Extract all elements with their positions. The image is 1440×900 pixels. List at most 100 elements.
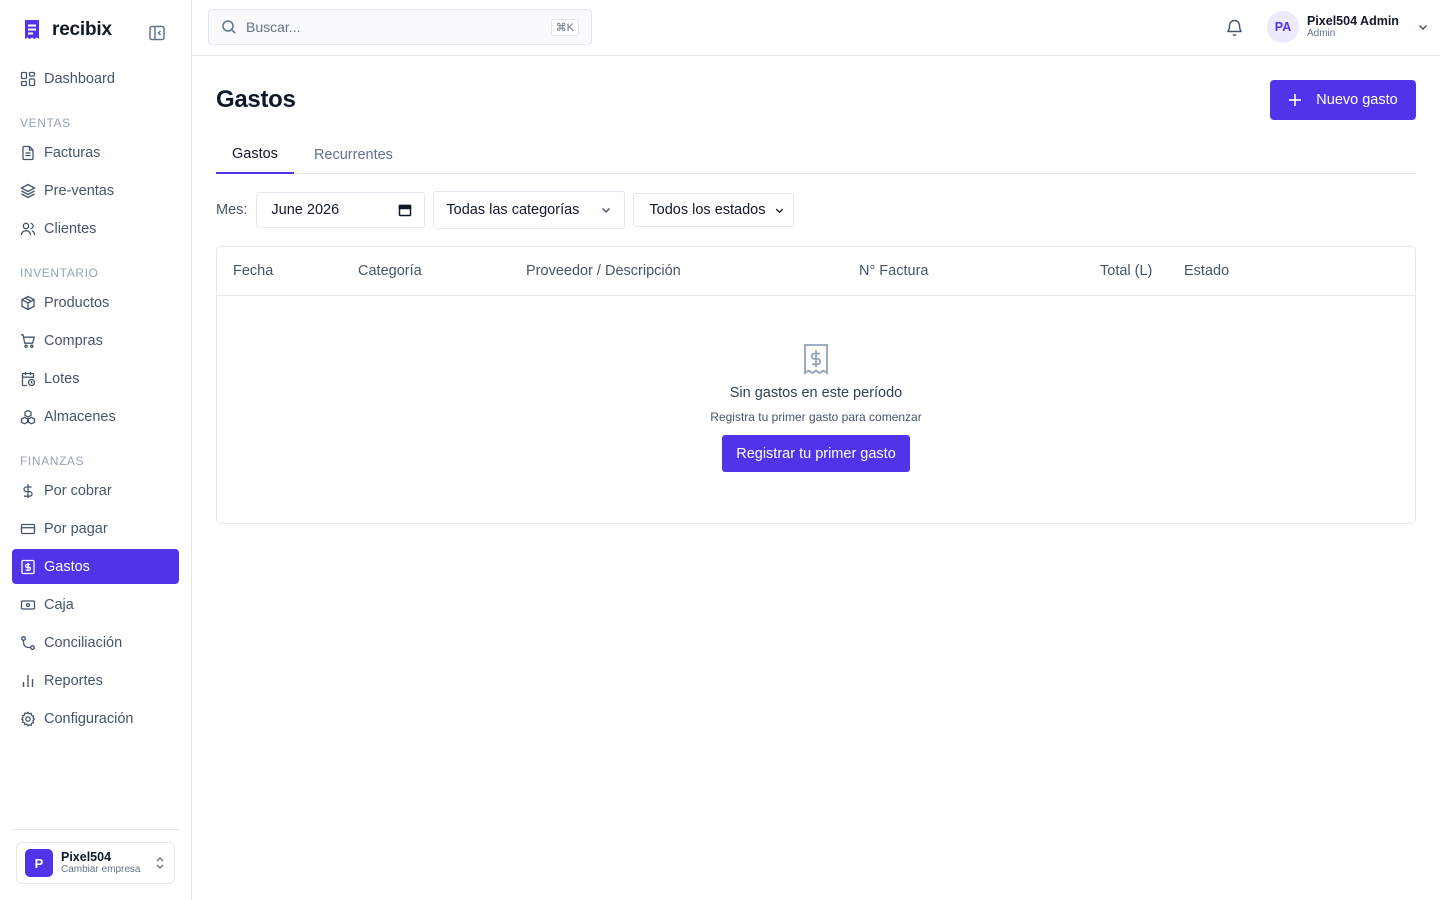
boxes-icon <box>20 409 36 425</box>
sidebar-item-label: Dashboard <box>44 70 115 87</box>
bar-chart-icon <box>22 674 34 687</box>
search-shortcut: ⌘K <box>550 19 579 36</box>
sidebar-item-facturas[interactable]: Facturas <box>12 135 179 170</box>
status-value: Todos los estados <box>649 202 766 218</box>
search-icon <box>222 20 236 34</box>
user-name: Pixel504 Admin <box>1307 14 1399 29</box>
sidebar-divider <box>12 829 179 830</box>
sidebar-item-configuracion[interactable]: Configuración <box>12 701 179 736</box>
bell-icon[interactable] <box>1225 18 1244 37</box>
filters-bar: Mes: June 2026 Todas las categorías Todo… <box>216 190 795 230</box>
company-avatar: P <box>25 849 53 877</box>
tab-gastos[interactable]: Gastos <box>216 136 294 174</box>
sidebar-item-label: Por pagar <box>44 520 108 537</box>
search-box[interactable]: ⌘K <box>208 9 592 45</box>
sidebar-collapse-icon[interactable] <box>148 24 166 42</box>
chevron-down-icon <box>1418 24 1427 31</box>
search-input[interactable] <box>246 19 546 35</box>
chevrons-up-down-icon <box>156 857 164 869</box>
sidebar-item-dashboard[interactable]: Dashboard <box>12 61 179 96</box>
status-select[interactable]: Todos los estados <box>633 193 795 227</box>
sidebar-item-label: Conciliación <box>44 634 123 651</box>
category-select[interactable]: Todas las categorías <box>433 191 626 229</box>
sidebar-item-gastos[interactable]: Gastos <box>12 549 179 584</box>
empty-state: Sin gastos en este período Registra tu p… <box>217 343 1415 472</box>
sidebar-item-label: Reportes <box>44 672 103 689</box>
git-branch-icon <box>21 635 35 650</box>
users-icon <box>20 222 36 235</box>
banknote-icon <box>20 599 36 610</box>
cart-icon <box>21 333 36 348</box>
tab-recurrentes[interactable]: Recurrentes <box>298 136 409 174</box>
sidebar-item-por-cobrar[interactable]: Por cobrar <box>12 473 179 508</box>
avatar: PA <box>1267 11 1299 43</box>
sidebar-item-productos[interactable]: Productos <box>12 285 179 320</box>
sidebar-item-conciliacion[interactable]: Conciliación <box>12 625 179 660</box>
topbar: ⌘K PA Pixel504 Admin Admin <box>192 0 1440 56</box>
sidebar-item-label: Almacenes <box>44 408 116 425</box>
dollar-icon <box>23 483 33 498</box>
table-header: Fecha Categoría Proveedor / Descripción … <box>217 247 1415 296</box>
main-content: ⌘K PA Pixel504 Admin Admin Gastos Nuevo … <box>192 0 1440 900</box>
calendar-icon <box>399 204 412 217</box>
chevron-down-icon <box>776 208 784 213</box>
sidebar-item-clientes[interactable]: Clientes <box>12 211 179 246</box>
company-name: Pixel504 <box>61 849 112 864</box>
tabs: Gastos Recurrentes <box>216 136 1416 174</box>
column-header-factura[interactable]: N° Factura <box>859 263 928 279</box>
sidebar-item-por-pagar[interactable]: Por pagar <box>12 511 179 546</box>
month-value: June 2026 <box>271 202 340 218</box>
section-inventario: INVENTARIO <box>20 266 99 280</box>
sidebar-item-label: Compras <box>44 332 103 349</box>
brand-name: recibix <box>52 19 112 40</box>
credit-card-icon <box>20 523 36 534</box>
layers-icon <box>20 183 36 198</box>
empty-title: Sin gastos en este período <box>729 385 903 401</box>
calendar-clock-icon <box>21 371 36 386</box>
logo-icon <box>25 20 39 39</box>
sidebar-item-caja[interactable]: Caja <box>12 587 179 622</box>
month-label: Mes: <box>216 202 248 218</box>
empty-subtitle: Registra tu primer gasto para comenzar <box>710 410 922 424</box>
sidebar-item-label: Productos <box>44 294 110 311</box>
sidebar-item-label: Facturas <box>44 144 101 161</box>
sidebar-item-compras[interactable]: Compras <box>12 323 179 358</box>
sidebar-nav: Dashboard VENTAS Facturas Pre-ventas Cli… <box>12 61 179 739</box>
receipt-icon <box>804 344 828 375</box>
sidebar-item-lotes[interactable]: Lotes <box>12 361 179 396</box>
user-role: Admin <box>1307 28 1336 40</box>
new-expense-label: Nuevo gasto <box>1316 92 1398 108</box>
sidebar-item-pre-ventas[interactable]: Pre-ventas <box>12 173 179 208</box>
register-first-expense-button[interactable]: Registrar tu primer gasto <box>722 435 910 472</box>
sidebar-item-reportes[interactable]: Reportes <box>12 663 179 698</box>
receipt-dollar-icon <box>21 559 35 574</box>
plus-icon <box>1289 94 1302 106</box>
page-title: Gastos <box>216 86 296 113</box>
sidebar-item-label: Clientes <box>44 220 97 237</box>
sidebar-item-label: Pre-ventas <box>44 182 115 199</box>
sidebar-item-label: Gastos <box>44 558 90 575</box>
sidebar: recibix Dashboard VENTAS Facturas Pre-ve… <box>0 0 192 900</box>
company-switch-label: Cambiar empresa <box>61 864 141 876</box>
package-icon <box>21 295 35 310</box>
file-text-icon <box>22 145 34 160</box>
category-value: Todas las categorías <box>446 202 580 218</box>
sidebar-item-label: Caja <box>44 596 74 613</box>
month-picker[interactable]: June 2026 <box>256 192 426 228</box>
sidebar-item-label: Lotes <box>44 370 80 387</box>
sidebar-item-label: Configuración <box>44 710 134 727</box>
brand[interactable]: recibix <box>22 18 112 42</box>
section-ventas: VENTAS <box>20 116 71 130</box>
column-header-total[interactable]: Total (L) <box>1100 263 1152 279</box>
company-switcher[interactable]: P Pixel504 Cambiar empresa <box>16 842 175 884</box>
dashboard-icon <box>20 71 36 86</box>
user-menu[interactable]: PA Pixel504 Admin Admin <box>1267 11 1429 43</box>
column-header-estado[interactable]: Estado <box>1184 263 1229 279</box>
sidebar-item-almacenes[interactable]: Almacenes <box>12 399 179 434</box>
column-header-proveedor[interactable]: Proveedor / Descripción <box>526 263 681 279</box>
chevron-down-icon <box>602 207 611 214</box>
sidebar-item-label: Por cobrar <box>44 482 112 499</box>
new-expense-button[interactable]: Nuevo gasto <box>1270 80 1416 120</box>
column-header-categoria[interactable]: Categoría <box>358 263 422 279</box>
column-header-fecha[interactable]: Fecha <box>233 263 273 279</box>
